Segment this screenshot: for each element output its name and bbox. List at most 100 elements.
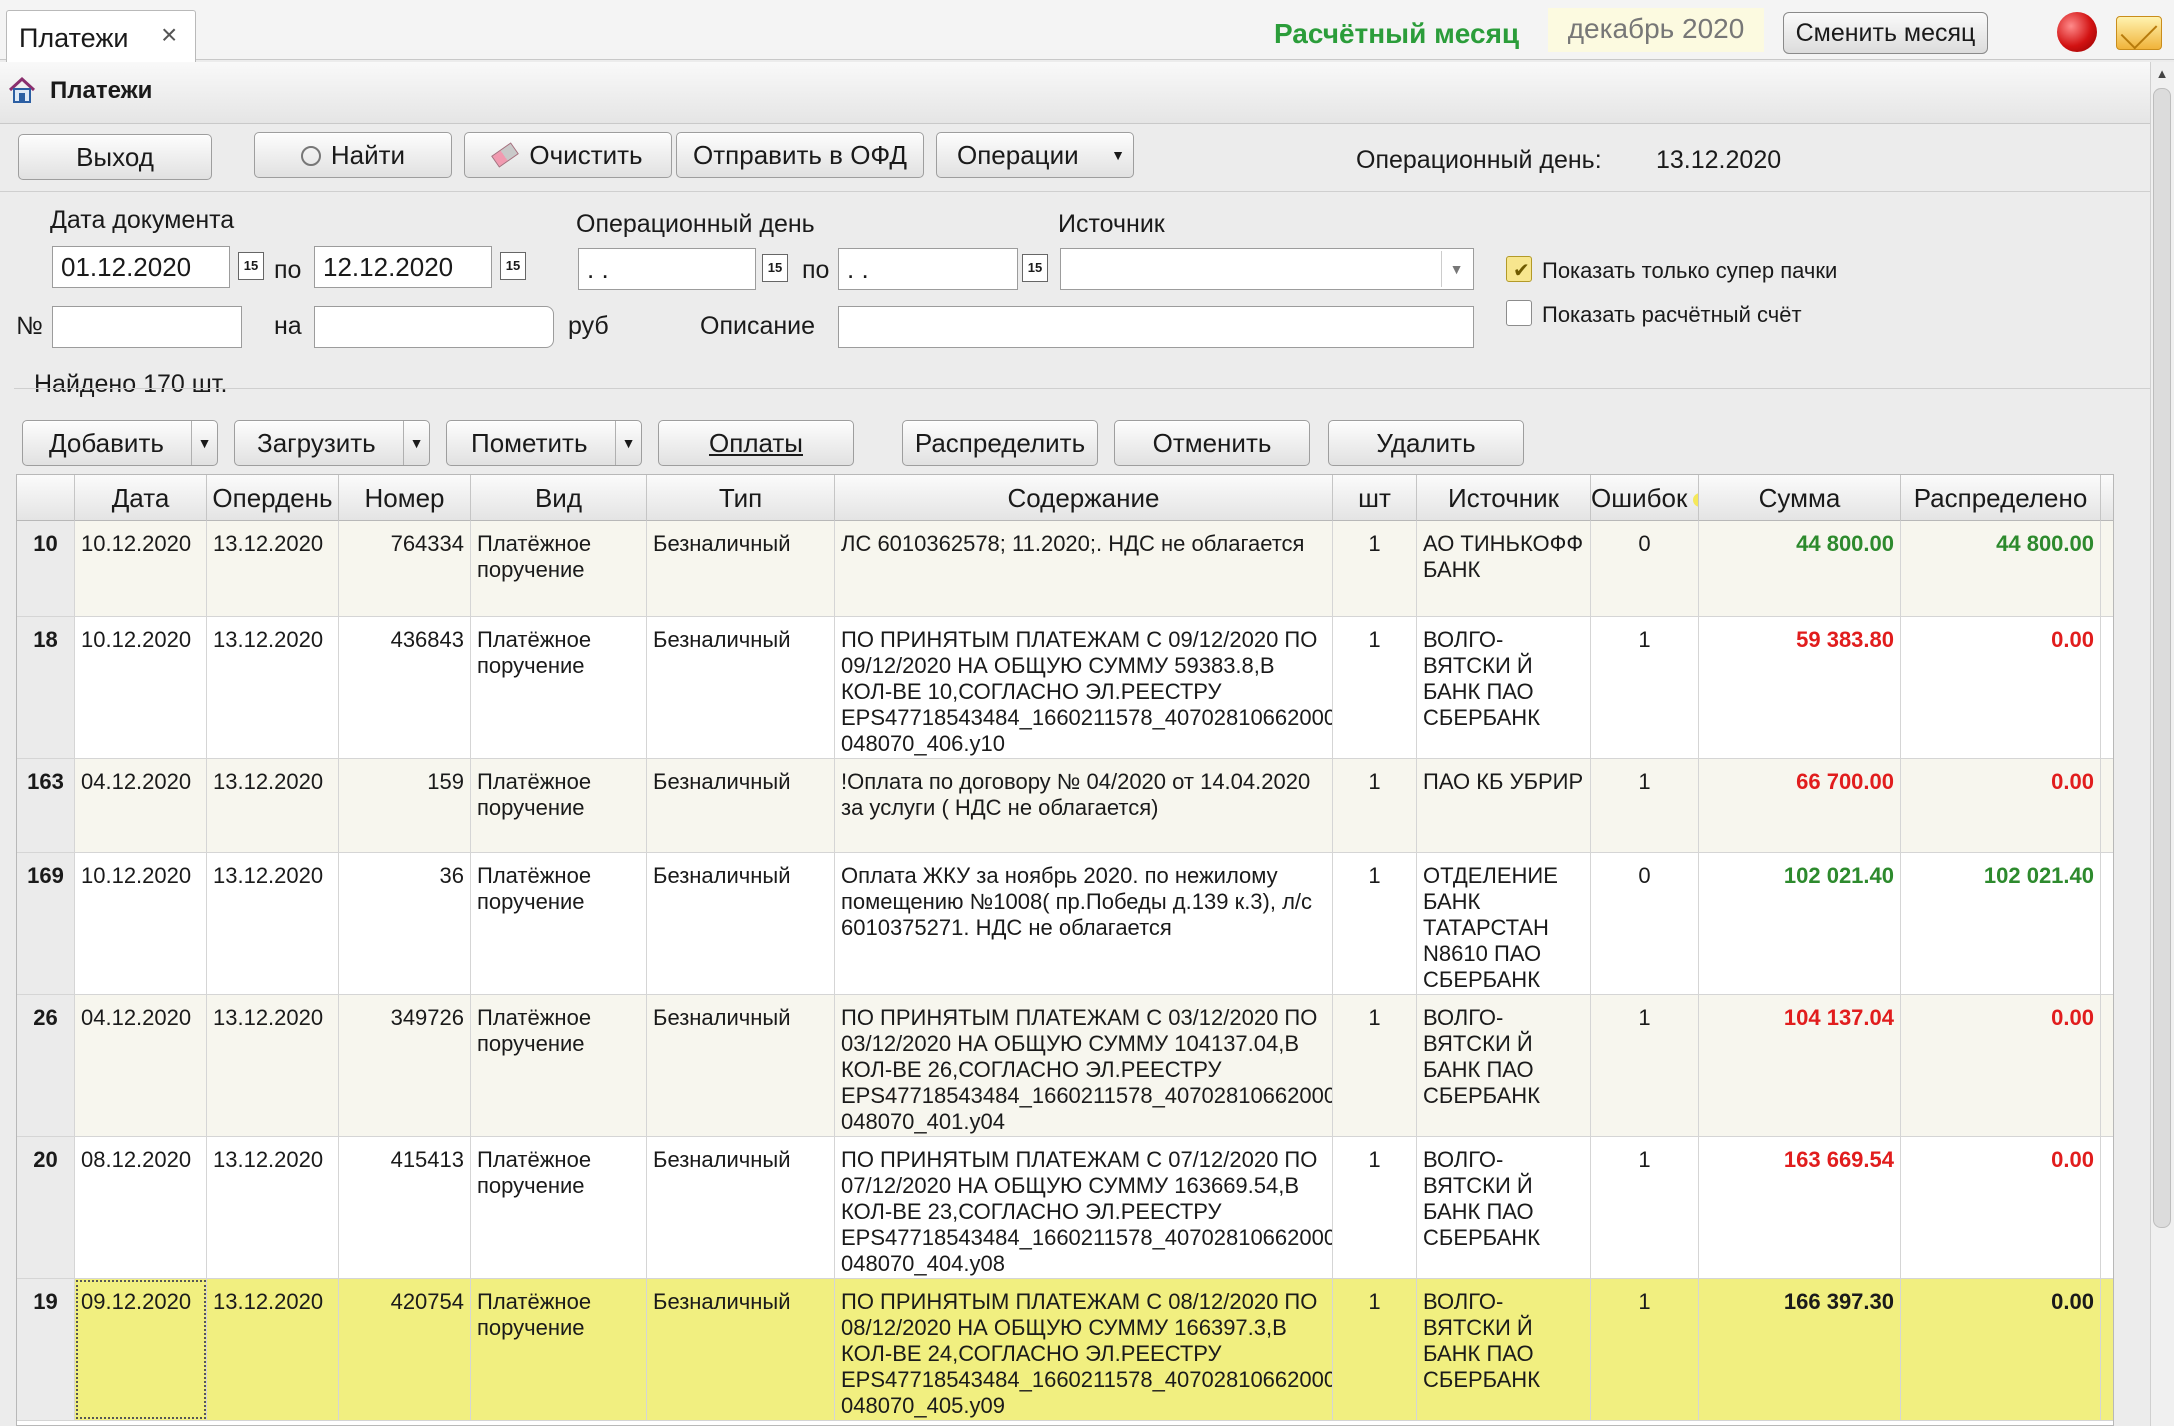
- doc-date-from-input[interactable]: 01.12.2020: [52, 246, 230, 288]
- table-row[interactable]: 20 08.12.2020 13.12.2020 415413 Платёжное по…: [17, 1137, 2113, 1279]
- change-month-button[interactable]: Сменить месяц: [1783, 12, 1988, 54]
- column-header-amount[interactable]: Сумма: [1699, 475, 1901, 521]
- cell-op-day: 13.12.2020: [207, 521, 339, 616]
- operations-dropdown[interactable]: Операции ▼: [936, 132, 1134, 178]
- mark-button[interactable]: Пометить ▼: [446, 420, 642, 466]
- mail-icon[interactable]: [2116, 16, 2162, 50]
- cell-number: 159: [339, 759, 471, 852]
- tab-close-icon[interactable]: ×: [161, 19, 177, 51]
- chevron-down-icon[interactable]: ▼: [403, 421, 429, 465]
- page-title: Платежи: [50, 77, 153, 104]
- exit-button[interactable]: Выход: [18, 134, 212, 180]
- number-value: 349726: [390, 1005, 464, 1030]
- date-value: 10.12.2020: [81, 863, 192, 888]
- scroll-up-icon[interactable]: ▲: [2150, 62, 2174, 86]
- cell-number: 420754: [339, 1279, 471, 1420]
- column-header-errors[interactable]: Ошибок1: [1591, 475, 1699, 521]
- op-day-value: 13.12.2020: [213, 1147, 324, 1172]
- type-value: Безналичный: [653, 863, 791, 888]
- doc-date-to-input[interactable]: 12.12.2020: [314, 246, 492, 288]
- calendar-icon[interactable]: 15: [500, 252, 526, 280]
- cell-row-number: 163: [17, 759, 75, 852]
- cell-row-number: 20: [17, 1137, 75, 1278]
- table-row[interactable]: 169 10.12.2020 13.12.2020 36 Платёжное поруч…: [17, 853, 2113, 995]
- table-row[interactable]: 19 09.12.2020 13.12.2020 420754 Платёжное по…: [17, 1279, 2113, 1421]
- table-row[interactable]: 18 10.12.2020 13.12.2020 436843 Платёжное по…: [17, 617, 2113, 759]
- distributed-value: 44 800.00: [1996, 531, 2094, 556]
- kind-value: Платёжное поручение: [477, 1147, 592, 1198]
- record-icon[interactable]: [2057, 12, 2097, 52]
- mark-button-label: Пометить: [471, 428, 588, 458]
- qty-value: 1: [1368, 769, 1381, 794]
- cell-op-day: 13.12.2020: [207, 853, 339, 994]
- column-header-kind[interactable]: Вид: [471, 475, 647, 521]
- chevron-down-icon[interactable]: ▼: [191, 421, 217, 465]
- column-header-qty[interactable]: шт: [1333, 475, 1417, 521]
- source-value: ОТДЕЛЕНИЕ БАНК ТАТАРСТАН N8610 ПАО СБЕРБ…: [1423, 863, 1558, 992]
- number-value: 420754: [390, 1289, 464, 1314]
- chevron-down-icon[interactable]: ▼: [1441, 251, 1471, 287]
- cell-content: ПО ПРИНЯТЫМ ПЛАТЕЖАМ С 07/12/2020 ПО 07/…: [835, 1137, 1333, 1278]
- add-button[interactable]: Добавить ▼: [22, 420, 218, 466]
- cell-amount: 59 383.80: [1699, 617, 1901, 758]
- distribute-button[interactable]: Распределить: [902, 420, 1098, 466]
- clear-button[interactable]: Очистить: [464, 132, 672, 178]
- date-value: 04.12.2020: [81, 769, 192, 794]
- cell-content: Оплата ЖКУ за ноябрь 2020. по нежилому п…: [835, 853, 1333, 994]
- show-super-checkbox[interactable]: ✔: [1506, 256, 1532, 282]
- op-day-to-input[interactable]: . .: [838, 248, 1018, 290]
- column-header-row-number[interactable]: [17, 475, 75, 521]
- cell-amount: 44 800.00: [1699, 521, 1901, 616]
- content-value: ПО ПРИНЯТЫМ ПЛАТЕЖАМ С 03/12/2020 ПО 03/…: [841, 1005, 1333, 1134]
- calendar-icon[interactable]: 15: [238, 252, 264, 280]
- cell-errors: 0: [1591, 853, 1699, 994]
- table-row[interactable]: 10 10.12.2020 13.12.2020 764334 Платёжное по…: [17, 521, 2113, 617]
- scrollbar-thumb[interactable]: [2153, 88, 2171, 1228]
- cell-content: !Оплата по договору № 04/2020 от 14.04.2…: [835, 759, 1333, 852]
- send-ofd-button[interactable]: Отправить в ОФД: [676, 132, 924, 178]
- calendar-icon[interactable]: 15: [1022, 254, 1048, 282]
- cell-date: 08.12.2020: [75, 1137, 207, 1278]
- row-number-value: 18: [33, 627, 58, 652]
- cell-content: ПО ПРИНЯТЫМ ПЛАТЕЖАМ С 03/12/2020 ПО 03/…: [835, 995, 1333, 1136]
- chevron-down-icon[interactable]: ▼: [615, 421, 641, 465]
- column-header-label: Распределено: [1913, 483, 2088, 513]
- delete-button[interactable]: Удалить: [1328, 420, 1524, 466]
- calendar-icon[interactable]: 15: [762, 254, 788, 282]
- cancel-button[interactable]: Отменить: [1114, 420, 1310, 466]
- cell-source: ВОЛГО-ВЯТСКИ Й БАНК ПАО СБЕРБАНК: [1417, 617, 1591, 758]
- load-button[interactable]: Загрузить ▼: [234, 420, 430, 466]
- tab-payments[interactable]: Платежи ×: [6, 10, 196, 62]
- search-icon: [300, 146, 321, 166]
- find-button-label: Найти: [330, 140, 406, 170]
- row-number-value: 19: [33, 1289, 58, 1314]
- errors-value: 1: [1638, 1147, 1651, 1172]
- source-combobox[interactable]: ▼: [1060, 248, 1474, 290]
- column-header-source[interactable]: Источник: [1417, 475, 1591, 521]
- column-header-distributed[interactable]: Распределено: [1901, 475, 2101, 521]
- to-label: по: [274, 256, 302, 284]
- number-input[interactable]: [52, 306, 242, 348]
- show-account-checkbox[interactable]: [1506, 300, 1532, 326]
- column-header-number[interactable]: Номер: [339, 475, 471, 521]
- column-header-type[interactable]: Тип: [647, 475, 835, 521]
- column-header-op-day[interactable]: Опердень: [207, 475, 339, 521]
- cell-row-number: 26: [17, 995, 75, 1136]
- column-header-content[interactable]: Содержание: [835, 475, 1333, 521]
- cell-errors: 1: [1591, 995, 1699, 1136]
- amount-input[interactable]: [314, 306, 554, 348]
- distributed-value: 0.00: [2051, 769, 2094, 794]
- table-row[interactable]: 163 04.12.2020 13.12.2020 159 Платёжное пору…: [17, 759, 2113, 853]
- column-header-label: Сумма: [1758, 483, 1841, 513]
- op-day-from-input[interactable]: . .: [578, 248, 756, 290]
- payments-button[interactable]: Оплаты: [658, 420, 854, 466]
- cell-op-day: 13.12.2020: [207, 617, 339, 758]
- table-row[interactable]: 26 04.12.2020 13.12.2020 349726 Платёжное по…: [17, 995, 2113, 1137]
- payments-grid[interactable]: Дата Опердень Номер Вид Тип Содержание шт Источ…: [16, 474, 2114, 1426]
- op-day-value: 13.12.2020: [213, 1005, 324, 1030]
- cell-qty: 1: [1333, 1279, 1417, 1420]
- cell-amount: 66 700.00: [1699, 759, 1901, 852]
- find-button[interactable]: Найти: [254, 132, 452, 178]
- column-header-date[interactable]: Дата: [75, 475, 207, 521]
- description-input[interactable]: [838, 306, 1474, 348]
